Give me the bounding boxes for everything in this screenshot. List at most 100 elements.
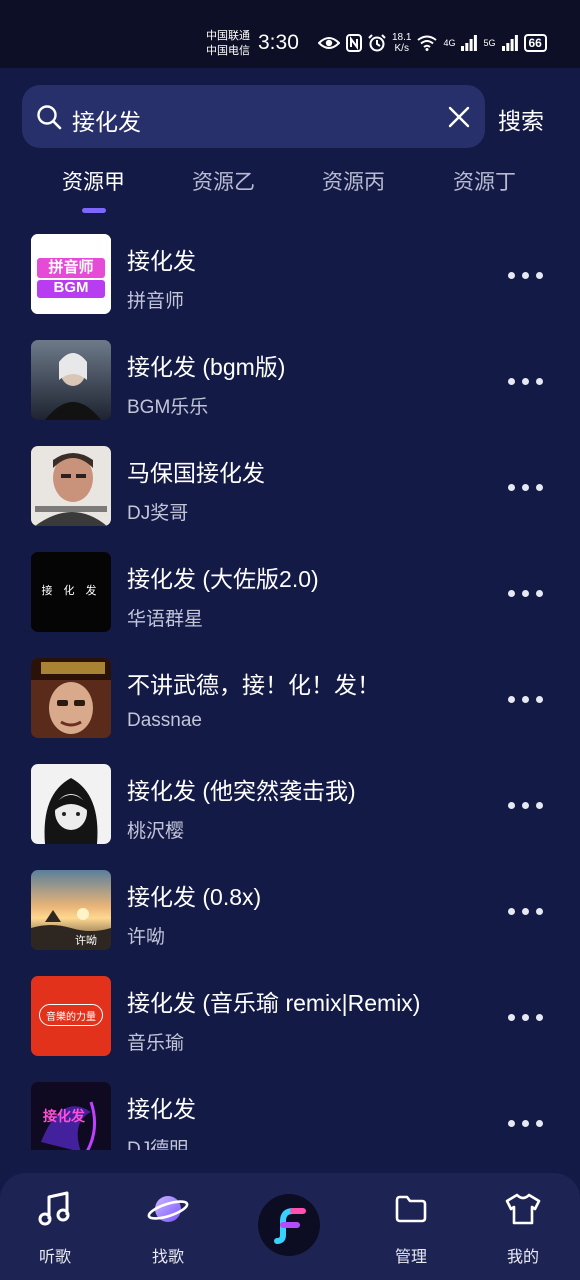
nav-label: 我的 (506, 1249, 539, 1266)
song-artist: 华语群星 (127, 609, 204, 630)
song-title: 不讲武德，接！化！发！ (127, 672, 380, 698)
song-artist: BGM乐乐 (127, 397, 209, 418)
signal-icon (501, 35, 518, 51)
result-list: 拼音师 BGM 接化发 拼音师 接化发 (bgm版) BGM乐乐 马保国接化发 … (0, 222, 580, 1150)
album-cover (31, 764, 111, 844)
shirt-icon (505, 1193, 541, 1225)
album-cover: 音樂的力量 (31, 976, 111, 1056)
network-speed: 18.1 K/s (392, 32, 411, 54)
cover-text: 许呦 (75, 935, 97, 947)
cover-text: 拼音师 BGM (48, 259, 94, 296)
song-title: 接化发 (127, 248, 196, 274)
carrier-info: 中国联通 中国电信 (206, 28, 250, 58)
nav-label: 管理 (394, 1249, 427, 1266)
planet-icon (147, 1196, 189, 1222)
cover-art (31, 658, 111, 738)
speed-value: 18.1 (392, 32, 412, 43)
list-item[interactable]: 拼音师 BGM 接化发 拼音师 (0, 222, 580, 328)
status-time: 3:30 (258, 31, 299, 54)
nav-listen[interactable]: 听歌 (15, 1189, 95, 1267)
album-cover (31, 340, 111, 420)
more-options-icon[interactable] (506, 902, 546, 922)
more-options-icon[interactable] (506, 478, 546, 498)
more-options-icon[interactable] (506, 796, 546, 816)
alarm-icon (368, 34, 386, 52)
more-options-icon[interactable] (506, 690, 546, 710)
album-cover (31, 446, 111, 526)
list-item[interactable]: 许呦 接化发 (0.8x) 许呦 (0, 858, 580, 964)
more-options-icon[interactable] (506, 266, 546, 286)
album-cover: 接 化 发 (31, 552, 111, 632)
close-icon[interactable] (448, 106, 470, 128)
carrier-2: 中国电信 (206, 44, 250, 57)
song-title: 接化发 (音乐瑜 remix|Remix) (127, 990, 421, 1016)
wifi-icon (417, 35, 438, 51)
search-input[interactable]: 接化发 (22, 85, 485, 148)
list-item[interactable]: 不讲武德，接！化！发！ Dassnae (0, 646, 580, 752)
song-artist: DJ奖哥 (127, 503, 189, 524)
network-type-1: 4G (443, 38, 456, 48)
cover-text: 接化发 (43, 1108, 85, 1124)
song-title: 马保国接化发 (127, 460, 265, 486)
network-type-2: 5G (483, 38, 496, 48)
folder-icon (395, 1195, 427, 1223)
nav-find[interactable]: 找歌 (128, 1189, 208, 1267)
song-title: 接化发 (大佐版2.0) (127, 566, 319, 592)
search-icon (37, 105, 62, 130)
cover-art (31, 870, 111, 950)
song-artist: DJ德明 (127, 1139, 189, 1150)
cover-art (31, 764, 111, 844)
tab-source-b[interactable]: 资源乙 (192, 166, 255, 196)
song-artist: 音乐瑜 (127, 1033, 185, 1054)
song-title: 接化发 (127, 1096, 196, 1122)
nav-manage[interactable]: 管理 (371, 1189, 451, 1267)
tab-indicator (82, 208, 106, 213)
list-item[interactable]: 接化发 接化发 DJ德明 (0, 1070, 580, 1150)
song-title: 接化发 (他突然袭击我) (127, 778, 356, 804)
song-artist: 许呦 (127, 927, 166, 948)
more-options-icon[interactable] (506, 584, 546, 604)
list-item[interactable]: 马保国接化发 DJ奖哥 (0, 434, 580, 540)
speed-unit: K/s (394, 43, 409, 54)
more-options-icon[interactable] (506, 372, 546, 392)
song-artist: 桃沢樱 (127, 821, 185, 842)
list-item[interactable]: 音樂的力量 接化发 (音乐瑜 remix|Remix) 音乐瑜 (0, 964, 580, 1070)
cover-art (31, 446, 111, 526)
song-artist: Dassnae (127, 710, 202, 731)
bottom-nav: 听歌 找歌 管理 我的 (0, 1173, 580, 1280)
list-item[interactable]: 接化发 (他突然袭击我) 桃沢樱 (0, 752, 580, 858)
nfc-icon (346, 34, 362, 52)
more-options-icon[interactable] (506, 1114, 546, 1134)
album-cover: 许呦 (31, 870, 111, 950)
tab-source-d[interactable]: 资源丁 (453, 166, 516, 196)
tab-source-c[interactable]: 资源丙 (322, 166, 385, 196)
eye-icon (318, 37, 340, 49)
app-logo-button[interactable] (258, 1194, 320, 1256)
list-item[interactable]: 接化发 (bgm版) BGM乐乐 (0, 328, 580, 434)
carrier-1: 中国联通 (206, 29, 250, 42)
cover-art (31, 340, 111, 420)
more-options-icon[interactable] (506, 1008, 546, 1028)
cover-text: 音樂的力量 (46, 1012, 96, 1023)
search-button[interactable]: 搜索 (498, 102, 544, 136)
song-title: 接化发 (0.8x) (127, 884, 262, 910)
nav-label: 听歌 (38, 1249, 71, 1266)
status-icons: 18.1 K/s 4G 5G 66 (318, 30, 547, 56)
search-query[interactable]: 接化发 (72, 103, 141, 137)
source-tabs: 资源甲 资源乙 资源丙 资源丁 (0, 166, 580, 206)
album-cover: 接化发 (31, 1082, 111, 1150)
album-cover: 拼音师 BGM (31, 234, 111, 314)
song-title: 接化发 (bgm版) (127, 354, 286, 380)
song-artist: 拼音师 (127, 291, 185, 312)
album-cover (31, 658, 111, 738)
signal-icon (461, 35, 478, 51)
list-item[interactable]: 接 化 发 接化发 (大佐版2.0) 华语群星 (0, 540, 580, 646)
cover-text: 接 化 发 (41, 585, 101, 597)
nav-label: 找歌 (151, 1249, 184, 1266)
battery-level: 66 (523, 34, 547, 52)
tab-source-a[interactable]: 资源甲 (62, 166, 125, 196)
status-bar: 中国联通 中国电信 3:30 18.1 K/s 4G 5G 66 (0, 0, 580, 68)
music-note-icon (38, 1191, 70, 1226)
nav-mine[interactable]: 我的 (483, 1189, 563, 1267)
app-logo-icon (274, 1208, 306, 1244)
